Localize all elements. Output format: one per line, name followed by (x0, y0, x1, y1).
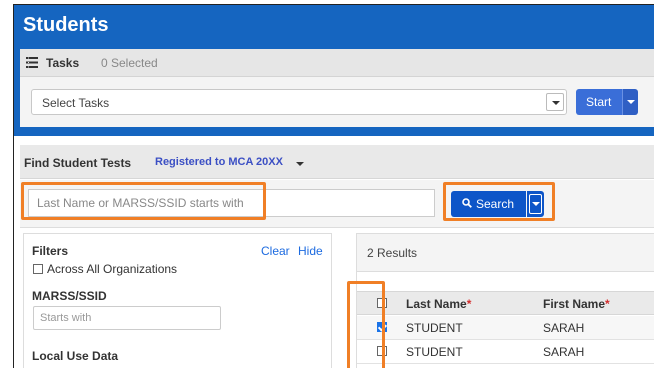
filters-title: Filters (32, 244, 69, 258)
local-use-data-title: Local Use Data (32, 349, 119, 363)
across-all-organizations-checkbox[interactable] (33, 264, 43, 274)
filters-panel: Filters Clear Hide Across All Organizati… (23, 233, 332, 368)
select-tasks-value: Select Tasks (42, 96, 110, 110)
clear-filters-link[interactable]: Clear (261, 244, 290, 258)
cell-last-name: STUDENT (406, 321, 463, 335)
required-mark: * (466, 297, 472, 311)
find-student-tests-panel: Find Student Tests Registered to MCA 20X… (20, 145, 654, 368)
select-tasks-caret[interactable] (546, 93, 564, 111)
marss-ssid-input[interactable] (33, 306, 221, 330)
search-input-highlight (21, 182, 266, 220)
select-tasks-dropdown[interactable]: Select Tasks (31, 89, 567, 115)
app-frame: Students Tasks 0 Selected Select Tasks S… (13, 4, 654, 368)
results-header: 2 Results (357, 234, 654, 272)
results-table-header: Last Name* First Name* (357, 291, 654, 315)
last-name-header-text: Last Name (406, 297, 467, 311)
start-dropdown-toggle[interactable] (622, 89, 638, 115)
hide-filters-link[interactable]: Hide (298, 244, 323, 258)
chevron-down-icon (552, 101, 560, 105)
start-button-label: Start (586, 95, 612, 109)
registered-filter-dropdown[interactable]: Registered to MCA 20XX (155, 156, 283, 168)
cell-first-name: SARAH (543, 345, 585, 359)
results-panel: 2 Results Last Name* First Name* STUDENT… (356, 233, 654, 368)
table-row[interactable]: STUDENT SARAH (357, 340, 654, 364)
chevron-down-icon (627, 100, 635, 104)
marss-ssid-title: MARSS/SSID (32, 289, 107, 303)
cell-first-name: SARAH (543, 321, 585, 335)
first-name-header-text: First Name (543, 297, 606, 311)
table-row[interactable]: STUDENT SARAH (357, 316, 654, 340)
tasks-list-icon (26, 57, 38, 68)
cell-last-name: STUDENT (406, 345, 463, 359)
column-header-last-name[interactable]: Last Name* (406, 297, 471, 311)
page-header: Students (14, 5, 654, 48)
checkbox-column-highlight (347, 281, 385, 368)
across-all-organizations-label: Across All Organizations (47, 262, 178, 276)
tasks-selected-count: 0 Selected (101, 56, 158, 70)
find-bar: Find Student Tests Registered to MCA 20X… (20, 145, 654, 179)
tasks-bar: Tasks 0 Selected (20, 49, 654, 77)
page-title: Students (23, 14, 109, 36)
required-mark: * (605, 297, 610, 311)
column-header-first-name[interactable]: First Name* (543, 297, 610, 311)
chevron-down-icon[interactable] (296, 162, 304, 166)
start-button[interactable]: Start (576, 89, 622, 115)
find-student-tests-label: Find Student Tests (24, 156, 132, 170)
search-button-highlight (443, 182, 555, 221)
tasks-panel: Tasks 0 Selected Select Tasks Start (20, 49, 654, 127)
results-count: 2 Results (367, 246, 418, 260)
tasks-label: Tasks (46, 56, 80, 70)
